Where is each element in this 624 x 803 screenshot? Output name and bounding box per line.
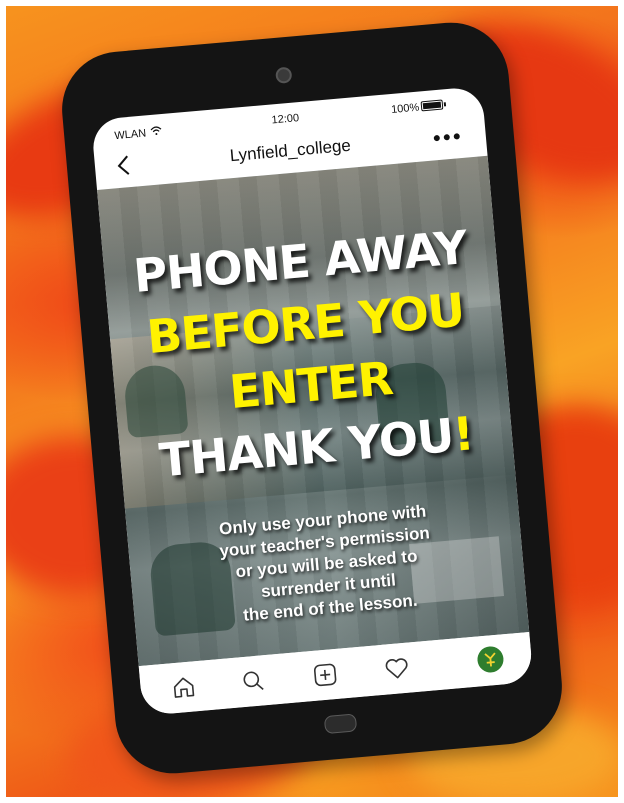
add-post-icon[interactable]	[311, 661, 339, 689]
headline-exclaim: !	[450, 406, 476, 462]
post-image[interactable]: PHONE AWAY BEFORE YOU ENTER THANK YOU! O…	[97, 155, 530, 667]
clock-time: 12:00	[271, 112, 300, 127]
school-crest-icon	[484, 652, 496, 667]
battery-percentage: 100%	[390, 101, 420, 116]
battery-icon	[420, 99, 444, 112]
phone-screen: WLAN 12:00 100% Lynfield_college PHONE A…	[90, 86, 534, 716]
carrier-label: WLAN	[113, 127, 147, 143]
wifi-icon	[150, 126, 162, 136]
home-icon[interactable]	[170, 673, 198, 701]
search-icon[interactable]	[239, 667, 267, 695]
heart-icon[interactable]	[383, 655, 411, 683]
profile-avatar[interactable]	[476, 645, 505, 674]
phone-frame: WLAN 12:00 100% Lynfield_college PHONE A…	[57, 17, 567, 779]
home-button[interactable]	[323, 713, 358, 735]
front-camera	[275, 66, 293, 84]
